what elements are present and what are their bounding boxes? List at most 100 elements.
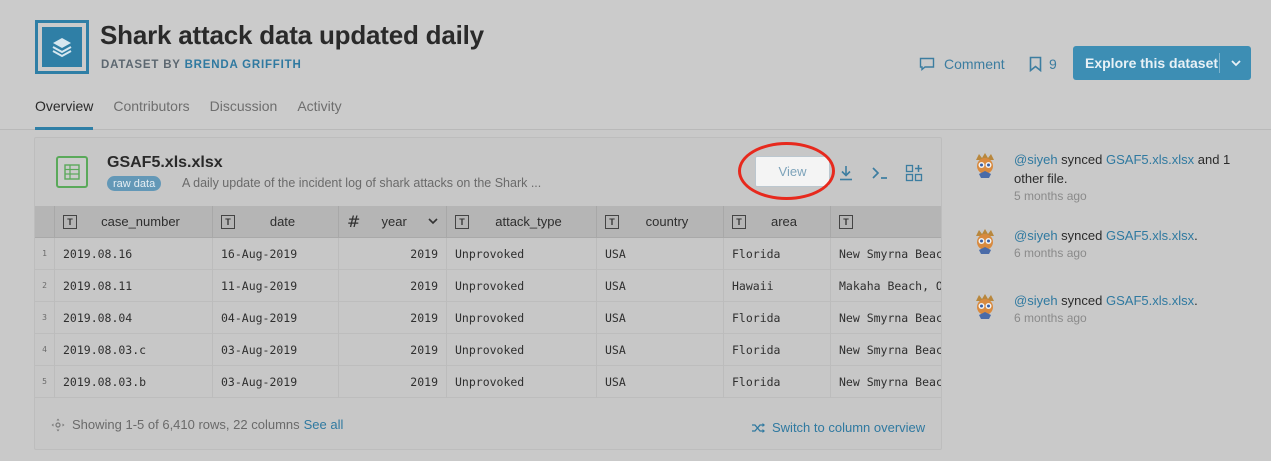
table-cell[interactable]: 2019 xyxy=(339,301,447,334)
avatar[interactable] xyxy=(970,150,1000,180)
table-cell[interactable]: USA xyxy=(597,269,724,302)
column-label: attack_type xyxy=(495,214,562,229)
avatar[interactable] xyxy=(970,291,1000,321)
text-type-icon: T xyxy=(221,214,235,229)
tab-discussion[interactable]: Discussion xyxy=(210,97,278,130)
column-label: year xyxy=(381,214,407,229)
user-link[interactable]: @siyeh xyxy=(1014,152,1058,167)
terminal-icon[interactable] xyxy=(870,164,890,182)
table-cell[interactable]: New Smyrna Beach xyxy=(831,238,941,270)
file-link[interactable]: GSAF5.xls.xlsx xyxy=(1106,152,1194,167)
comment-icon xyxy=(919,57,935,71)
table-cell[interactable]: Florida xyxy=(724,301,831,334)
table-row[interactable]: 5 2019.08.03.b 03-Aug-2019 2019 Unprovoked US… xyxy=(35,365,941,398)
shuffle-icon xyxy=(752,422,765,433)
feed-item: @siyeh synced GSAF5.xls.xlsx. 6 months ag… xyxy=(970,226,1244,261)
table-cell[interactable]: USA xyxy=(597,365,724,398)
table-cell[interactable]: New Smyrna Beach xyxy=(831,366,941,398)
file-link[interactable]: GSAF5.xls.xlsx xyxy=(1106,293,1194,308)
dataset-logo xyxy=(35,20,89,74)
text-type-icon: T xyxy=(732,214,746,229)
feed-verb: synced xyxy=(1061,228,1103,243)
table-cell[interactable]: Florida xyxy=(724,333,831,366)
table-cell[interactable]: 2019 xyxy=(339,333,447,366)
table-row[interactable]: 4 2019.08.03.c 03-Aug-2019 2019 Unprovoked US… xyxy=(35,333,941,366)
table-cell[interactable]: Unprovoked xyxy=(447,365,597,398)
table-cell[interactable]: 2019.08.11 xyxy=(55,269,213,302)
table-cell[interactable]: New Smyrna Beach xyxy=(831,302,941,334)
column-label: date xyxy=(269,214,296,229)
table-cell[interactable]: Florida xyxy=(724,365,831,398)
table-cell[interactable]: Hawaii xyxy=(724,269,831,302)
explore-label: Explore this dataset xyxy=(1085,55,1219,71)
table-cell[interactable]: 2019 xyxy=(339,365,447,398)
table-row[interactable]: 2 2019.08.11 11-Aug-2019 2019 Unprovoked USA H… xyxy=(35,269,941,302)
feed-verb: synced xyxy=(1061,152,1103,167)
table-cell[interactable]: USA xyxy=(597,301,724,334)
user-link[interactable]: @siyeh xyxy=(1014,228,1058,243)
text-type-icon: T xyxy=(605,214,619,229)
chevron-down-icon[interactable] xyxy=(1220,59,1251,67)
file-name[interactable]: GSAF5.xls.xlsx xyxy=(107,154,223,172)
author-link[interactable]: BRENDA GRIFFITH xyxy=(185,59,302,71)
table-body: 1 2019.08.16 16-Aug-2019 2019 Unprovoked USA F… xyxy=(35,237,941,398)
switch-column-overview-link[interactable]: Switch to column overview xyxy=(751,420,925,435)
feed-text: @siyeh synced GSAF5.xls.xlsx. xyxy=(1014,226,1244,245)
comment-button[interactable]: Comment xyxy=(919,55,1005,73)
column-header-country[interactable]: T country xyxy=(597,205,724,238)
spreadsheet-icon xyxy=(56,156,88,188)
row-number: 4 xyxy=(35,333,55,366)
table-cell[interactable]: 2019.08.03.b xyxy=(55,365,213,398)
feed-timestamp: 6 months ago xyxy=(1014,311,1087,325)
rownum-header xyxy=(35,205,55,238)
table-cell[interactable]: 2019.08.16 xyxy=(55,237,213,270)
download-icon[interactable] xyxy=(836,164,856,182)
tab-contributors[interactable]: Contributors xyxy=(113,97,189,130)
table-cell[interactable]: 2019.08.03.c xyxy=(55,333,213,366)
table-cell[interactable]: 2019.08.04 xyxy=(55,301,213,334)
table-row[interactable]: 1 2019.08.16 16-Aug-2019 2019 Unprovoked USA F… xyxy=(35,237,941,270)
bookmark-button[interactable]: 9 xyxy=(1029,55,1057,73)
table-cell[interactable]: Unprovoked xyxy=(447,237,597,270)
table-cell[interactable]: Unprovoked xyxy=(447,301,597,334)
see-all-link[interactable]: See all xyxy=(304,417,344,432)
column-header-year[interactable]: # year xyxy=(339,205,447,238)
table-cell[interactable]: USA xyxy=(597,333,724,366)
table-cell[interactable]: 03-Aug-2019 xyxy=(213,333,339,366)
dataset-byline: DATASET BY BRENDA GRIFFITH xyxy=(101,59,302,71)
feed-text: @siyeh synced GSAF5.xls.xlsx. xyxy=(1014,291,1244,310)
bookmark-icon xyxy=(1029,56,1042,72)
layers-icon xyxy=(52,38,72,58)
table-cell[interactable]: 16-Aug-2019 xyxy=(213,237,339,270)
table-cell[interactable]: Makaha Beach, Oa xyxy=(831,270,941,302)
column-header-case-number[interactable]: T case_number xyxy=(55,205,213,238)
table-cell[interactable]: 11-Aug-2019 xyxy=(213,269,339,302)
tab-activity[interactable]: Activity xyxy=(297,97,341,130)
table-cell[interactable]: 03-Aug-2019 xyxy=(213,365,339,398)
table-cell[interactable]: 2019 xyxy=(339,269,447,302)
column-header-date[interactable]: T date xyxy=(213,205,339,238)
file-link[interactable]: GSAF5.xls.xlsx xyxy=(1106,228,1194,243)
table-cell[interactable]: New Smyrna Beach xyxy=(831,334,941,366)
table-cell[interactable]: 04-Aug-2019 xyxy=(213,301,339,334)
dataset-header: Shark attack data updated daily DATASET … xyxy=(0,0,1271,130)
column-header-attack-type[interactable]: T attack_type xyxy=(447,205,597,238)
row-count-text: Showing 1-5 of 6,410 rows, 22 columns xyxy=(72,417,300,432)
column-header-area[interactable]: T area xyxy=(724,205,831,238)
table-cell[interactable]: Florida xyxy=(724,237,831,270)
table-cell[interactable]: Unprovoked xyxy=(447,333,597,366)
table-cell[interactable]: Unprovoked xyxy=(447,269,597,302)
user-link[interactable]: @siyeh xyxy=(1014,293,1058,308)
add-widget-icon[interactable] xyxy=(904,164,924,182)
table-cell[interactable]: USA xyxy=(597,237,724,270)
chevron-down-icon[interactable] xyxy=(428,218,438,225)
explore-dataset-button[interactable]: Explore this dataset xyxy=(1073,46,1251,80)
column-header-location[interactable]: T xyxy=(831,206,941,238)
byline-prefix: DATASET BY xyxy=(101,59,181,71)
feed-suffix: . xyxy=(1194,228,1198,243)
table-cell[interactable]: 2019 xyxy=(339,237,447,270)
table-row[interactable]: 3 2019.08.04 04-Aug-2019 2019 Unprovoked USA F… xyxy=(35,301,941,334)
avatar[interactable] xyxy=(970,226,1000,256)
row-number: 5 xyxy=(35,365,55,398)
tab-overview[interactable]: Overview xyxy=(35,97,94,130)
